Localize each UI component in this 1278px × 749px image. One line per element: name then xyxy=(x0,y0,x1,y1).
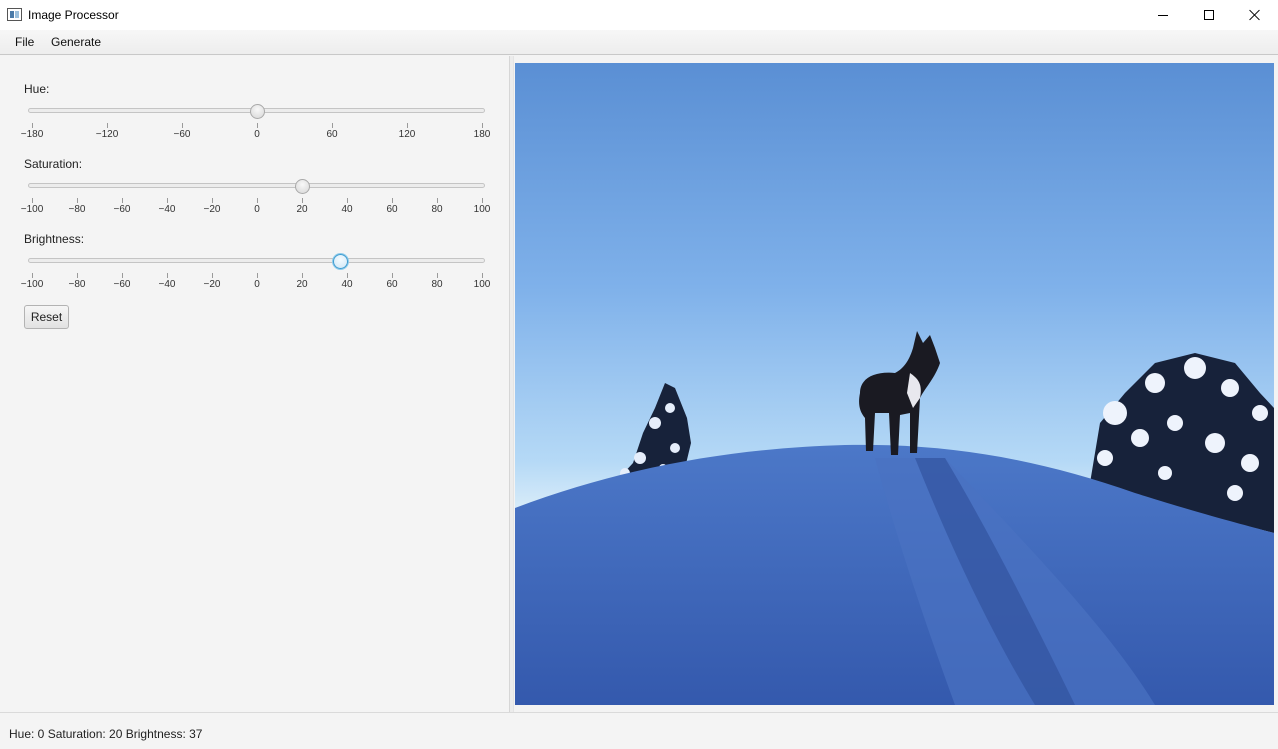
hue-tick-label: 120 xyxy=(398,129,416,140)
minimize-icon xyxy=(1158,14,1168,16)
brightness-tick-mark xyxy=(212,273,213,278)
photo-dog-on-snowy-hill xyxy=(515,63,1274,705)
brightness-tick-label: −40 xyxy=(158,279,176,290)
hue-slider-thumb[interactable] xyxy=(250,104,265,119)
saturation-slider-track[interactable] xyxy=(28,183,485,188)
brightness-label: Brightness: xyxy=(24,232,85,246)
brightness-tick-mark xyxy=(302,273,303,278)
saturation-tick-label: 0 xyxy=(254,204,260,215)
hue-tick-label: 180 xyxy=(473,129,491,140)
saturation-tick-mark xyxy=(167,198,168,203)
saturation-tick-label: −80 xyxy=(68,204,86,215)
saturation-slider-thumb[interactable] xyxy=(295,179,310,194)
maximize-button[interactable] xyxy=(1186,0,1232,30)
brightness-tick-label: −100 xyxy=(20,279,44,290)
adjustment-panel: Hue: Saturation: Brightness: Reset −180 −… xyxy=(0,56,509,712)
saturation-tick-mark xyxy=(257,198,258,203)
hue-tick-mark xyxy=(32,123,33,128)
hue-tick-mark xyxy=(107,123,108,128)
minimize-button[interactable] xyxy=(1140,0,1186,30)
menu-bar: File Generate xyxy=(0,30,1278,55)
brightness-tick-mark xyxy=(122,273,123,278)
hue-tick-label: 0 xyxy=(254,129,260,140)
brightness-tick-mark xyxy=(77,273,78,278)
hue-tick-label: −120 xyxy=(95,129,119,140)
brightness-tick-label: 20 xyxy=(296,279,308,290)
saturation-tick-mark xyxy=(212,198,213,203)
status-bar: Hue: 0 Saturation: 20 Brightness: 37 xyxy=(0,712,1278,749)
maximize-icon xyxy=(1204,10,1214,20)
close-icon xyxy=(1249,9,1261,21)
saturation-tick-mark xyxy=(482,198,483,203)
app-window: Image Processor File Generate Hue: Satur… xyxy=(0,0,1278,749)
status-text: Hue: 0 Saturation: 20 Brightness: 37 xyxy=(9,727,203,741)
brightness-tick-mark xyxy=(257,273,258,278)
saturation-tick-mark xyxy=(32,198,33,203)
saturation-tick-label: 60 xyxy=(386,204,398,215)
hue-tick-mark xyxy=(257,123,258,128)
saturation-tick-mark xyxy=(392,198,393,203)
saturation-label: Saturation: xyxy=(24,157,83,171)
saturation-tick-label: 80 xyxy=(431,204,443,215)
saturation-tick-label: 20 xyxy=(296,204,308,215)
hue-tick-mark xyxy=(482,123,483,128)
hue-tick-label: 60 xyxy=(326,129,338,140)
brightness-tick-label: −80 xyxy=(68,279,86,290)
hue-tick-mark xyxy=(407,123,408,128)
brightness-tick-label: 0 xyxy=(254,279,260,290)
saturation-tick-label: −40 xyxy=(158,204,176,215)
saturation-tick-mark xyxy=(122,198,123,203)
saturation-tick-mark xyxy=(347,198,348,203)
saturation-tick-label: −20 xyxy=(203,204,221,215)
brightness-tick-mark xyxy=(167,273,168,278)
hue-tick-label: −60 xyxy=(173,129,191,140)
saturation-tick-label: −60 xyxy=(113,204,131,215)
brightness-slider-thumb[interactable] xyxy=(333,254,349,269)
menu-file[interactable]: File xyxy=(15,35,34,49)
window-title: Image Processor xyxy=(28,8,119,22)
saturation-tick-mark xyxy=(302,198,303,203)
brightness-tick-mark xyxy=(32,273,33,278)
brightness-tick-mark xyxy=(482,273,483,278)
saturation-tick-label: 100 xyxy=(473,204,491,215)
hue-tick-label: −180 xyxy=(20,129,44,140)
hue-tick-mark xyxy=(182,123,183,128)
brightness-tick-mark xyxy=(347,273,348,278)
title-bar[interactable]: Image Processor xyxy=(0,0,1278,30)
brightness-tick-label: 100 xyxy=(473,279,491,290)
split-pane-divider[interactable] xyxy=(509,56,514,712)
image-preview xyxy=(515,63,1274,705)
brightness-tick-label: −60 xyxy=(113,279,131,290)
brightness-tick-mark xyxy=(437,273,438,278)
hue-label: Hue: xyxy=(24,82,50,96)
saturation-tick-mark xyxy=(437,198,438,203)
brightness-slider-track[interactable] xyxy=(28,258,485,263)
brightness-tick-label: −20 xyxy=(203,279,221,290)
brightness-tick-label: 80 xyxy=(431,279,443,290)
hue-tick-mark xyxy=(332,123,333,128)
saturation-tick-label: −100 xyxy=(20,204,44,215)
brightness-tick-label: 60 xyxy=(386,279,398,290)
saturation-tick-mark xyxy=(77,198,78,203)
brightness-tick-label: 40 xyxy=(341,279,353,290)
brightness-tick-mark xyxy=(392,273,393,278)
reset-button[interactable]: Reset xyxy=(24,305,69,329)
saturation-tick-label: 40 xyxy=(341,204,353,215)
close-button[interactable] xyxy=(1232,0,1278,30)
app-window-icon xyxy=(7,8,22,21)
menu-generate[interactable]: Generate xyxy=(51,35,101,49)
